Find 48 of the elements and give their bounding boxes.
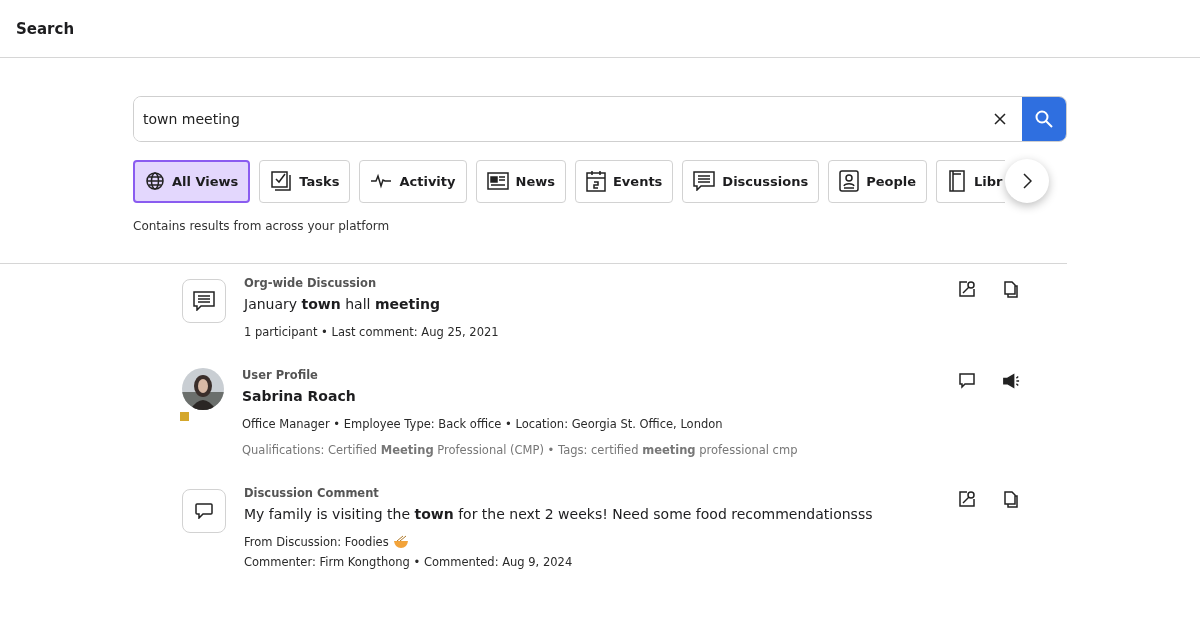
result-type: Org-wide Discussion bbox=[244, 276, 378, 290]
copy-button[interactable] bbox=[1002, 490, 1020, 508]
message-icon bbox=[958, 372, 976, 390]
chat-icon bbox=[693, 171, 716, 191]
newspaper-icon bbox=[486, 172, 509, 190]
view-tab[interactable]: All Views bbox=[133, 159, 251, 203]
person-card-icon bbox=[839, 170, 860, 192]
result-detail: 1 participant • Last comment: Aug 25, 2021 bbox=[244, 324, 499, 341]
announce-button[interactable] bbox=[1002, 372, 1020, 390]
view-tab[interactable]: People bbox=[828, 159, 928, 203]
page-title: Search bbox=[16, 19, 75, 38]
share-button[interactable] bbox=[958, 490, 976, 508]
share-icon bbox=[958, 490, 976, 508]
result-detail: Commenter: Firm Kongthong • Commented: Aug 9, 2024 bbox=[244, 554, 573, 571]
copy-icon bbox=[1002, 280, 1020, 298]
pulse-icon bbox=[370, 173, 393, 189]
result-detail: From Discussion: Foodies bbox=[244, 534, 389, 551]
book-icon bbox=[947, 170, 968, 192]
noodle-bowl-icon bbox=[392, 535, 409, 549]
view-description: Contains results from across your platform bbox=[133, 219, 391, 233]
globe-icon bbox=[145, 171, 165, 191]
result-type: Discussion Comment bbox=[244, 486, 380, 500]
view-tab[interactable]: Activity bbox=[359, 159, 467, 203]
megaphone-icon bbox=[1002, 372, 1020, 390]
chat-icon bbox=[193, 291, 215, 311]
view-tab[interactable]: Events bbox=[574, 159, 674, 203]
view-tab[interactable]: News bbox=[475, 159, 566, 203]
view-tab[interactable]: Discussions bbox=[682, 159, 820, 203]
chevron-right-icon bbox=[1021, 173, 1032, 189]
search-button[interactable] bbox=[1022, 97, 1066, 141]
result-detail: Qualifications: Certified Meeting Professional (CMP) • Tags: certified meeting professional cmp bbox=[242, 442, 798, 459]
result-type: User Profile bbox=[242, 368, 319, 382]
copy-button[interactable] bbox=[1002, 280, 1020, 298]
result-title[interactable]: My family is visiting the town for the next 2 weeks! Need some food recommendationsss bbox=[244, 506, 940, 522]
result-title[interactable]: January town hall meeting bbox=[244, 296, 940, 312]
calendar-icon bbox=[585, 170, 606, 192]
copy-icon bbox=[1002, 490, 1020, 508]
share-button[interactable] bbox=[958, 280, 976, 298]
view-tab[interactable]: Libr bbox=[936, 159, 1005, 203]
search-icon bbox=[1035, 110, 1053, 128]
result-title[interactable]: Sabrina Roach bbox=[242, 388, 940, 404]
result-detail: Office Manager • Employee Type: Back office • Location: Georgia St. Office, London bbox=[242, 416, 723, 433]
view-tab[interactable]: Tasks bbox=[259, 159, 351, 203]
checkbox-icon bbox=[270, 170, 293, 192]
close-icon bbox=[994, 113, 1006, 125]
comment-icon bbox=[195, 503, 213, 519]
share-icon bbox=[958, 280, 976, 298]
message-button[interactable] bbox=[958, 372, 976, 390]
